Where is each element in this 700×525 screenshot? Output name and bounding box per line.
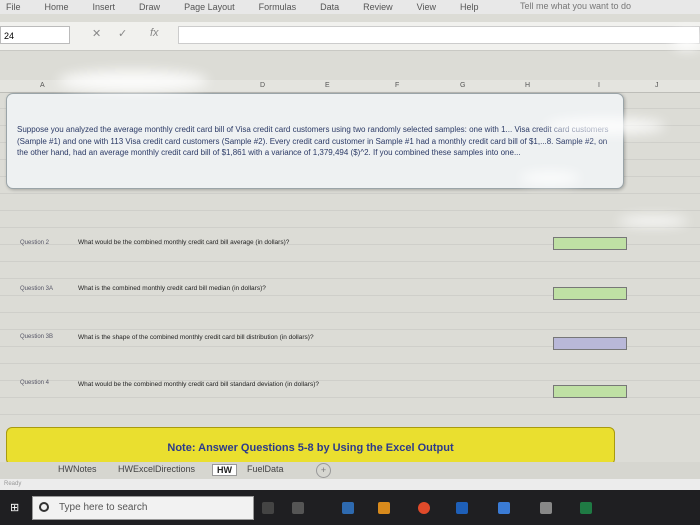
word-icon[interactable]	[498, 502, 510, 514]
insert-function-icon[interactable]: fx	[150, 27, 159, 39]
tab-review[interactable]: Review	[363, 2, 393, 12]
tell-me-search[interactable]: Tell me what you want to do	[520, 1, 631, 11]
tab-data[interactable]: Data	[320, 2, 339, 12]
excel-icon[interactable]	[580, 502, 592, 514]
question-3a-text: What is the combined monthly credit card…	[78, 285, 266, 292]
question-2-label: Question 2	[20, 240, 50, 246]
question-3a-label: Question 3A	[20, 286, 54, 292]
status-text: Ready	[4, 481, 22, 487]
name-box[interactable]: 24	[0, 26, 70, 44]
status-bar: Ready	[0, 479, 700, 490]
microphone-icon[interactable]	[262, 502, 274, 514]
tab-insert[interactable]: Insert	[93, 2, 116, 12]
taskbar-search-placeholder: Type here to search	[59, 502, 148, 513]
question-3b-label: Question 3B	[20, 334, 54, 340]
column-header-f[interactable]: F	[395, 82, 399, 89]
column-header-h[interactable]: H	[525, 82, 530, 89]
tab-page-layout[interactable]: Page Layout	[184, 2, 235, 12]
column-header-g[interactable]: G	[460, 82, 465, 89]
app-icon[interactable]	[540, 502, 552, 514]
column-header-j[interactable]: J	[655, 82, 659, 89]
column-header-a[interactable]: A	[40, 82, 45, 89]
question-4-label: Question 4	[20, 380, 50, 386]
taskbar-search-box[interactable]: Type here to search	[32, 496, 254, 520]
tab-formulas[interactable]: Formulas	[259, 2, 297, 12]
question-3b-text: What is the shape of the combined monthl…	[78, 334, 314, 341]
tab-file[interactable]: File	[6, 2, 21, 12]
tab-home[interactable]: Home	[45, 2, 69, 12]
cortana-circle-icon	[39, 502, 49, 512]
sheet-tab-hwexceldirections[interactable]: HWExcelDirections	[118, 464, 195, 474]
column-header-e[interactable]: E	[325, 82, 330, 89]
problem-statement-text: Suppose you analyzed the average monthly…	[17, 125, 609, 157]
add-sheet-icon[interactable]: +	[316, 463, 331, 478]
ribbon-tabs: File Home Insert Draw Page Layout Formul…	[0, 0, 700, 14]
question-3b-answer-cell[interactable]	[553, 337, 627, 350]
outlook-icon[interactable]	[456, 502, 468, 514]
formula-bar: 24 ✕ ✓ fx	[0, 22, 700, 51]
note-banner: Note: Answer Questions 5-8 by Using the …	[6, 427, 615, 465]
question-3a-answer-cell[interactable]	[553, 287, 627, 300]
tab-help[interactable]: Help	[460, 2, 479, 12]
task-view-icon[interactable]	[292, 502, 304, 514]
enter-check-icon[interactable]: ✓	[118, 27, 127, 40]
tab-view[interactable]: View	[417, 2, 436, 12]
store-icon[interactable]	[378, 502, 390, 514]
question-2-text: What would be the combined monthly credi…	[78, 239, 290, 246]
column-header-d[interactable]: D	[260, 82, 265, 89]
sheet-tabs-bar: HWNotes HWExcelDirections HW FuelData +	[0, 462, 700, 479]
tab-draw[interactable]: Draw	[139, 2, 160, 12]
sheet-tab-fueldata[interactable]: FuelData	[247, 464, 284, 474]
formula-input[interactable]	[178, 26, 700, 44]
problem-statement-box: Suppose you analyzed the average monthly…	[6, 93, 624, 189]
sheet-tab-hwnotes[interactable]: HWNotes	[58, 464, 97, 474]
sheet-tab-hw[interactable]: HW	[212, 464, 237, 476]
question-4-answer-cell[interactable]	[553, 385, 627, 398]
question-2-answer-cell[interactable]	[553, 237, 627, 250]
file-explorer-icon[interactable]	[342, 502, 354, 514]
cancel-icon[interactable]: ✕	[92, 27, 101, 40]
windows-start-icon[interactable]: ⊞	[10, 502, 22, 514]
column-header-i[interactable]: I	[598, 82, 600, 89]
question-4-text: What would be the combined monthly credi…	[78, 381, 319, 388]
chrome-icon[interactable]	[418, 502, 430, 514]
